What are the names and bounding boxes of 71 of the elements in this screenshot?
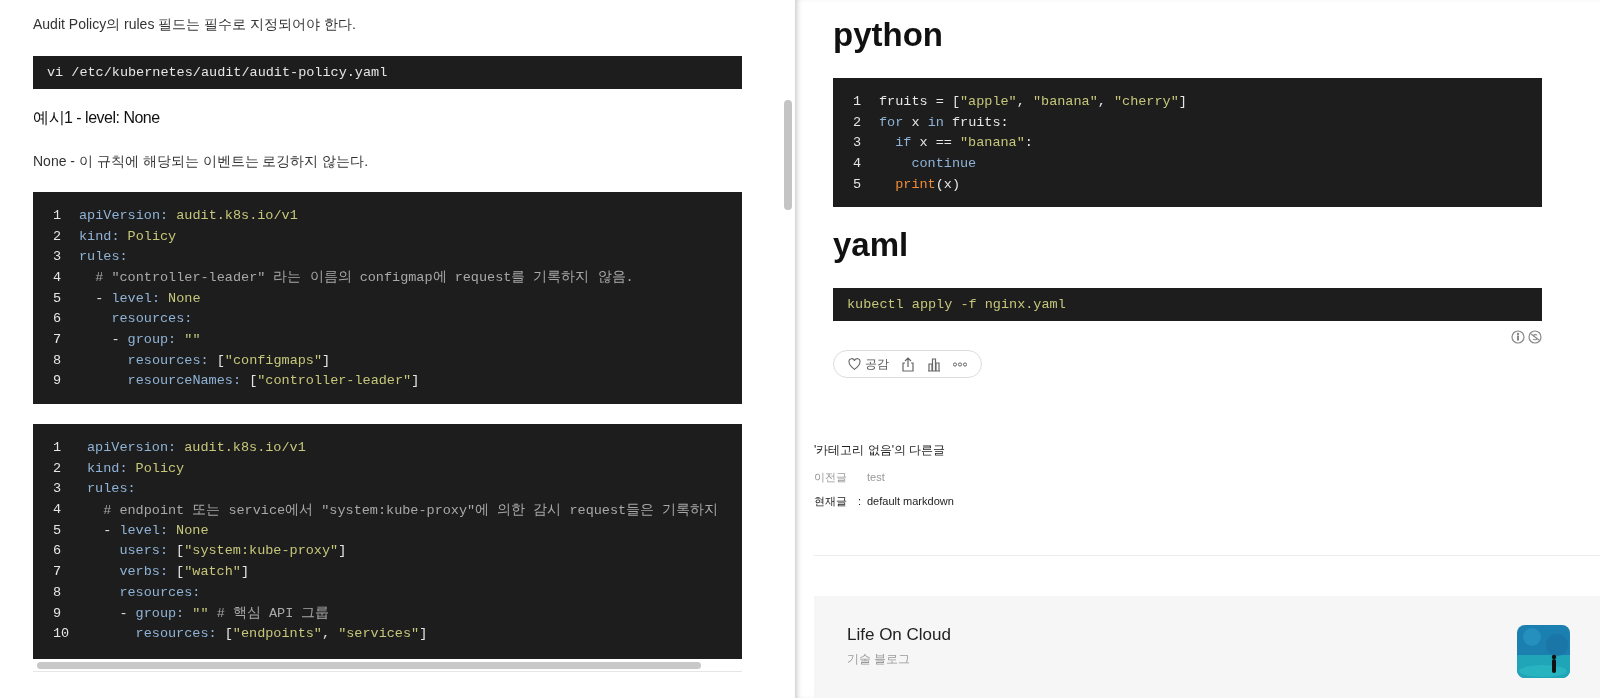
line-number: 6	[53, 311, 63, 327]
code-line: - level: None	[94, 290, 201, 306]
intro-text: Audit Policy의 rules 필드는 필수로 지정되어야 한다.	[33, 15, 357, 34]
more-icon[interactable]	[953, 361, 967, 367]
other-posts-title: '카테고리 없음'의 다른글	[814, 442, 947, 460]
section-heading: yaml	[833, 225, 910, 266]
scrollbar[interactable]	[37, 661, 701, 669]
line-number: 5	[53, 522, 63, 538]
line-number: 3	[853, 135, 863, 151]
description-text: None - 이 규칙에 해당되는 이벤트는 로깅하지 않는다.	[33, 152, 370, 171]
line-number: 5	[53, 290, 63, 306]
line-number: 1	[53, 440, 63, 456]
line-number: 7	[53, 331, 63, 347]
line-number: 8	[53, 584, 63, 600]
command-block: kubectl apply -f nginx.yaml	[833, 288, 1542, 322]
code-line: fruits = ["apple", "banana", "cherry"]	[879, 93, 1187, 109]
line-number: 10	[53, 626, 71, 642]
code-line: rules:	[87, 481, 136, 497]
code-line: # endpoint 또는 service에서 "system:kube-proxy"에 의한 감시 request들은 기록하지	[102, 501, 719, 519]
line-number: 2	[53, 228, 63, 244]
example-heading: 예시1 - level: None	[33, 108, 161, 128]
line-number: 2	[53, 460, 63, 476]
code-line: # "controller-leader" 라는 이름의 configmap에 request를 기록하지 않음.	[94, 269, 634, 287]
line-number: 4	[53, 269, 63, 285]
line-number: 9	[53, 373, 63, 389]
code-line: resources:	[118, 584, 201, 600]
license-icon	[1511, 330, 1525, 345]
code-line: - group: "" # 핵심 API 그룹	[118, 605, 330, 623]
line-number: 1	[853, 93, 863, 109]
blog-name[interactable]: Life On Cloud	[847, 625, 951, 646]
line-number: 4	[853, 155, 863, 171]
bar-chart-icon[interactable]	[927, 356, 941, 372]
code-line: continue	[910, 155, 977, 171]
code-line: - level: None	[102, 522, 209, 538]
line-number: 8	[53, 352, 63, 368]
section-heading: python	[833, 15, 944, 55]
separator: :	[858, 495, 863, 508]
license-icon	[1528, 330, 1542, 345]
code-line: apiVersion: audit.k8s.io/v1	[79, 207, 298, 223]
line-number: 9	[53, 605, 63, 621]
code-line: resourceNames: ["controller-leader"]	[126, 373, 420, 389]
blog-subtitle: 기술 블로그	[847, 651, 912, 669]
line-number: 7	[53, 564, 63, 580]
share-icon[interactable]	[901, 356, 915, 372]
post-label: 현재글	[814, 493, 848, 509]
code-line: users: ["system:kube-proxy"]	[118, 543, 347, 559]
line-number: 4	[53, 502, 63, 518]
scrollbar[interactable]	[784, 100, 792, 210]
post-link[interactable]: default markdown	[867, 495, 954, 508]
code-line: rules:	[79, 249, 128, 265]
line-number: 6	[53, 543, 63, 559]
code-line: kind: Policy	[87, 460, 185, 476]
like-button[interactable]: 공감	[848, 355, 889, 373]
code-line: apiVersion: audit.k8s.io/v1	[87, 440, 306, 456]
code-line: print(x)	[894, 176, 961, 192]
code-line: resources:	[110, 311, 193, 327]
line-number: 1	[53, 207, 63, 223]
code-line: for x in fruits:	[879, 114, 1009, 130]
line-number: 3	[53, 249, 63, 265]
code-line: - group: ""	[110, 331, 201, 347]
post-label: 이전글	[814, 469, 848, 485]
code-line: verbs: ["watch"]	[118, 564, 250, 580]
line-number: 2	[853, 114, 863, 130]
code-line: kind: Policy	[79, 228, 177, 244]
code-line: resources: ["configmaps"]	[126, 352, 331, 368]
command-block: vi /etc/kubernetes/audit/audit-policy.yaml	[33, 56, 742, 89]
code-line: resources: ["endpoints", "services"]	[134, 626, 428, 642]
line-number: 3	[53, 481, 63, 497]
line-number: 5	[853, 176, 863, 192]
code-line: if x == "banana":	[894, 135, 1033, 151]
heart-icon	[848, 358, 861, 371]
